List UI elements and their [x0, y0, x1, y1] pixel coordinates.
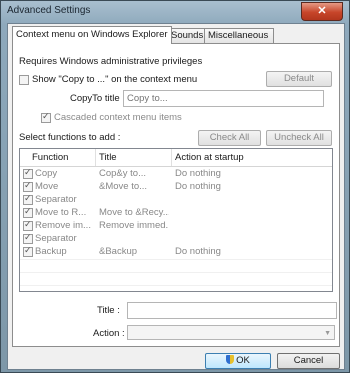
cell-function: Move to R... — [35, 207, 87, 218]
tab-miscellaneous[interactable]: Miscellaneous — [204, 28, 274, 43]
default-button[interactable]: Default — [266, 71, 332, 87]
row-checkbox[interactable] — [23, 180, 33, 192]
cell-title: Cop&y to... — [99, 168, 146, 179]
close-icon: ✕ — [317, 5, 327, 17]
dialog-client-area: Context menu on Windows Explorer Sounds … — [7, 23, 345, 370]
empty-row-divider — [20, 259, 332, 260]
cell-function: Separator — [35, 194, 77, 205]
empty-row-divider — [20, 272, 332, 273]
column-function[interactable]: Function — [32, 152, 68, 163]
copyto-title-label: CopyTo title : — [70, 93, 125, 104]
row-checkbox[interactable] — [23, 232, 33, 244]
show-copy-to-checkbox[interactable] — [19, 75, 29, 85]
cell-function: Remove im... — [35, 220, 91, 231]
empty-row-divider — [20, 285, 332, 286]
table-row[interactable]: Separator — [20, 232, 318, 245]
column-divider — [95, 149, 96, 166]
cell-action: Do nothing — [175, 181, 221, 192]
cascaded-items-checkbox[interactable] — [41, 111, 51, 123]
row-checkbox[interactable] — [23, 167, 33, 179]
ok-button[interactable]: OK — [205, 353, 271, 369]
table-row[interactable]: Move to R... Move to &Recy... — [20, 206, 318, 219]
cell-action: Do nothing — [175, 168, 221, 179]
table-row[interactable]: Backup &Backup Do nothing — [20, 245, 318, 258]
cell-function: Move — [35, 181, 59, 192]
column-divider — [171, 149, 172, 166]
chevron-down-icon: ▼ — [324, 330, 331, 337]
tab-sounds[interactable]: Sounds — [167, 28, 209, 43]
table-row[interactable]: Separator — [20, 193, 318, 206]
uncheck-all-button[interactable]: Uncheck All — [266, 130, 332, 146]
title-input[interactable] — [127, 302, 337, 319]
row-checkbox[interactable] — [23, 245, 33, 257]
cell-title: Remove immed... — [99, 220, 169, 231]
cell-title: &Move to... — [99, 181, 148, 192]
row-checkbox[interactable] — [23, 219, 33, 231]
cell-title: &Backup — [99, 246, 138, 257]
tab-context-menu[interactable]: Context menu on Windows Explorer — [12, 26, 172, 44]
select-functions-label: Select functions to add : — [19, 132, 121, 143]
cascaded-items-label: Cascaded context menu items — [54, 112, 182, 123]
action-field-label: Action : — [93, 328, 125, 339]
action-dropdown[interactable]: ▼ — [127, 325, 335, 340]
close-button[interactable]: ✕ — [301, 2, 343, 21]
cell-action: Do nothing — [175, 246, 221, 257]
row-checkbox[interactable] — [23, 193, 33, 205]
row-checkbox[interactable] — [23, 206, 33, 218]
check-all-button[interactable]: Check All — [198, 130, 261, 146]
title-bar[interactable]: Advanced Settings ✕ — [1, 1, 349, 21]
cell-title: Move to &Recy... — [99, 207, 169, 218]
table-row[interactable]: Copy Cop&y to... Do nothing — [20, 167, 318, 180]
cancel-button[interactable]: Cancel — [277, 353, 340, 369]
show-copy-to-label: Show "Copy to ..." on the context menu — [32, 74, 198, 85]
column-title[interactable]: Title — [99, 152, 117, 163]
table-row[interactable]: Remove im... Remove immed... — [20, 219, 318, 232]
list-header: Function Title Action at startup — [20, 149, 332, 167]
cell-function: Separator — [35, 233, 77, 244]
ok-button-label: OK — [236, 355, 250, 366]
context-menu-panel: Requires Windows administrative privileg… — [12, 43, 340, 347]
column-action[interactable]: Action at startup — [175, 152, 244, 163]
table-row[interactable]: Move &Move to... Do nothing — [20, 180, 318, 193]
copyto-title-input[interactable] — [123, 90, 324, 107]
advanced-settings-window: Advanced Settings ✕ Context menu on Wind… — [0, 0, 350, 373]
window-title: Advanced Settings — [7, 5, 91, 16]
admin-privileges-note: Requires Windows administrative privileg… — [19, 56, 203, 67]
cell-function: Copy — [35, 168, 58, 179]
functions-list[interactable]: Function Title Action at startup Copy Co… — [19, 148, 333, 292]
uac-shield-icon — [226, 355, 235, 364]
cell-function: Backup — [35, 246, 67, 257]
title-field-label: Title : — [97, 305, 120, 316]
